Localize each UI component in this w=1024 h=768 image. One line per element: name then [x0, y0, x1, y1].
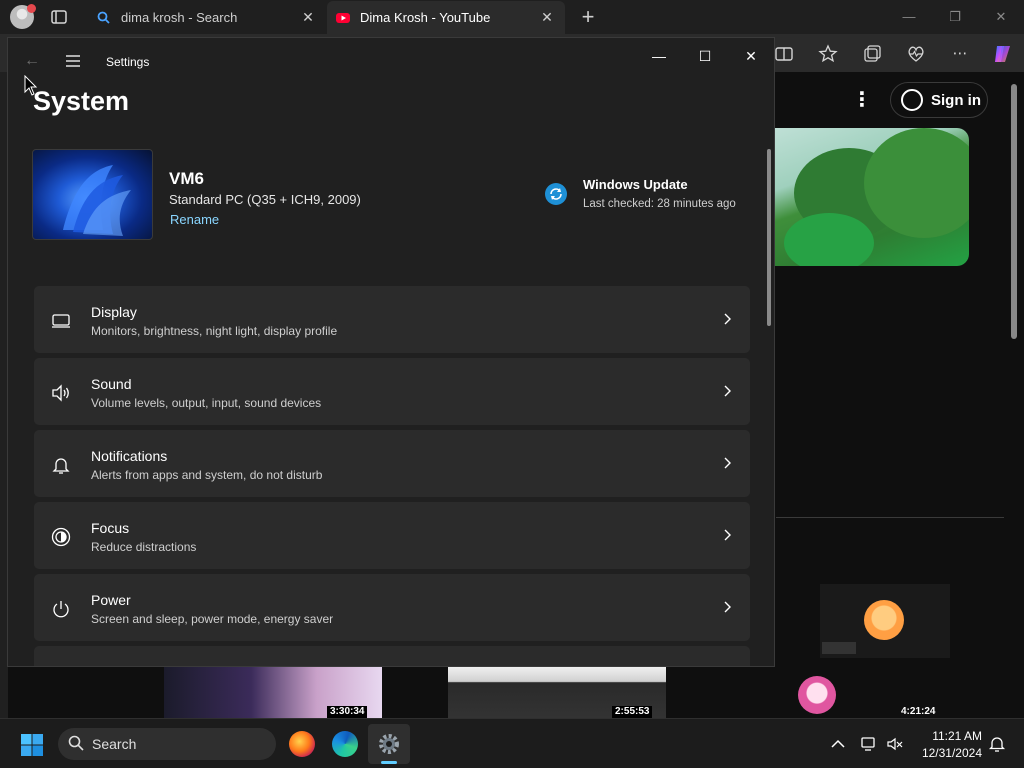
profile-notification-dot [27, 4, 36, 13]
item-label: Display [91, 304, 137, 320]
copilot-icon[interactable] [992, 43, 1014, 65]
video-duration: 2:55:53 [612, 706, 653, 718]
settings-item-power[interactable]: Power Screen and sleep, power mode, ener… [34, 574, 750, 641]
device-name: VM6 [169, 169, 204, 188]
minimize-icon[interactable]: — [897, 6, 921, 28]
channel-avatar[interactable] [798, 676, 836, 714]
mouse-cursor-icon [24, 74, 38, 97]
browser-essentials-icon[interactable] [906, 44, 926, 64]
sign-in-label: Sign in [931, 91, 981, 109]
clock-time[interactable]: 11:21 AM [930, 729, 982, 743]
firefox-icon[interactable] [289, 731, 315, 757]
focus-icon [50, 526, 72, 548]
tab-youtube[interactable]: Dima Krosh - YouTube ✕ [327, 1, 565, 34]
settings-gear-icon[interactable] [376, 731, 402, 757]
network-icon[interactable] [860, 735, 878, 753]
close-window-icon[interactable]: ✕ [989, 6, 1013, 28]
item-label: Notifications [91, 448, 168, 464]
plus-icon[interactable]: + [578, 6, 598, 28]
chevron-up-icon[interactable] [829, 735, 847, 753]
bell-icon [50, 454, 72, 476]
item-label: Focus [91, 520, 130, 536]
active-app-indicator [381, 761, 397, 764]
video-duration: 4:21:24 [901, 706, 936, 717]
chevron-right-icon [722, 311, 732, 327]
search-label: Search [92, 736, 137, 752]
settings-scrollbar[interactable] [767, 149, 771, 326]
youtube-icon [335, 10, 351, 26]
settings-item-display[interactable]: Display Monitors, brightness, night ligh… [34, 286, 750, 353]
video-thumbnail[interactable] [820, 584, 950, 658]
windows-update-icon [545, 183, 567, 205]
device-wallpaper-thumbnail [32, 149, 153, 240]
collections-icon[interactable] [862, 44, 882, 64]
item-description: Alerts from apps and system, do not dist… [91, 468, 323, 482]
tab-title: dima krosh - Search [121, 10, 238, 25]
minimize-icon[interactable]: — [644, 44, 674, 68]
settings-item-focus[interactable]: Focus Reduce distractions [34, 502, 750, 569]
more-options-icon[interactable]: ⋯ [950, 44, 970, 64]
more-vertical-icon[interactable]: ⋮ [852, 88, 872, 112]
chevron-right-icon [722, 527, 732, 543]
monitor-icon [50, 310, 72, 332]
edge-icon[interactable] [332, 731, 358, 757]
restore-icon[interactable]: ❐ [943, 6, 967, 28]
volume-muted-icon[interactable] [886, 735, 904, 753]
video-thumbnail[interactable] [774, 128, 969, 266]
divider [776, 517, 1004, 518]
search-icon [67, 734, 85, 752]
tab-search[interactable]: dima krosh - Search ✕ [88, 1, 326, 34]
video-duration: 3:30:34 [327, 706, 368, 718]
settings-window: ← Settings — ☐ ✕ System VM6 Standard PC … [7, 37, 775, 667]
settings-item-partial[interactable] [34, 646, 750, 666]
settings-item-sound[interactable]: Sound Volume levels, output, input, soun… [34, 358, 750, 425]
bing-search-icon [96, 10, 112, 26]
tab-actions-icon[interactable] [50, 8, 68, 26]
chevron-right-icon [722, 599, 732, 615]
close-tab-icon[interactable]: ✕ [300, 9, 316, 25]
windows-start-icon[interactable] [20, 733, 44, 757]
power-icon [50, 598, 72, 620]
item-description: Monitors, brightness, night light, displ… [91, 324, 338, 338]
item-description: Reduce distractions [91, 540, 197, 554]
person-icon [901, 89, 923, 111]
split-screen-icon[interactable] [774, 44, 794, 64]
device-model: Standard PC (Q35 + ICH9, 2009) [169, 192, 361, 207]
clock-date[interactable]: 12/31/2024 [918, 746, 982, 760]
sign-in-button[interactable]: Sign in [890, 82, 988, 118]
windows-update-title[interactable]: Windows Update [583, 177, 688, 192]
notification-bell-icon[interactable] [988, 735, 1006, 753]
chevron-right-icon [722, 455, 732, 471]
chevron-right-icon [722, 383, 732, 399]
item-label: Sound [91, 376, 132, 392]
page-title: System [33, 86, 130, 116]
close-tab-icon[interactable]: ✕ [539, 9, 555, 25]
window-title: Settings [106, 55, 150, 69]
maximize-icon[interactable]: ☐ [690, 44, 720, 68]
settings-item-notifications[interactable]: Notifications Alerts from apps and syste… [34, 430, 750, 497]
hamburger-menu-icon[interactable] [64, 52, 82, 70]
item-label: Power [91, 592, 131, 608]
page-scrollbar[interactable] [1008, 78, 1020, 706]
item-description: Screen and sleep, power mode, energy sav… [91, 612, 334, 626]
taskbar-search-box[interactable]: Search [58, 728, 276, 760]
windows-update-status: Last checked: 28 minutes ago [583, 198, 736, 210]
speaker-icon [50, 382, 72, 404]
back-arrow-icon[interactable]: ← [24, 52, 42, 70]
favorites-icon[interactable] [818, 44, 838, 64]
close-window-icon[interactable]: ✕ [736, 44, 766, 68]
tab-title: Dima Krosh - YouTube [360, 10, 491, 25]
rename-link[interactable]: Rename [170, 212, 219, 227]
item-description: Volume levels, output, input, sound devi… [91, 396, 322, 410]
